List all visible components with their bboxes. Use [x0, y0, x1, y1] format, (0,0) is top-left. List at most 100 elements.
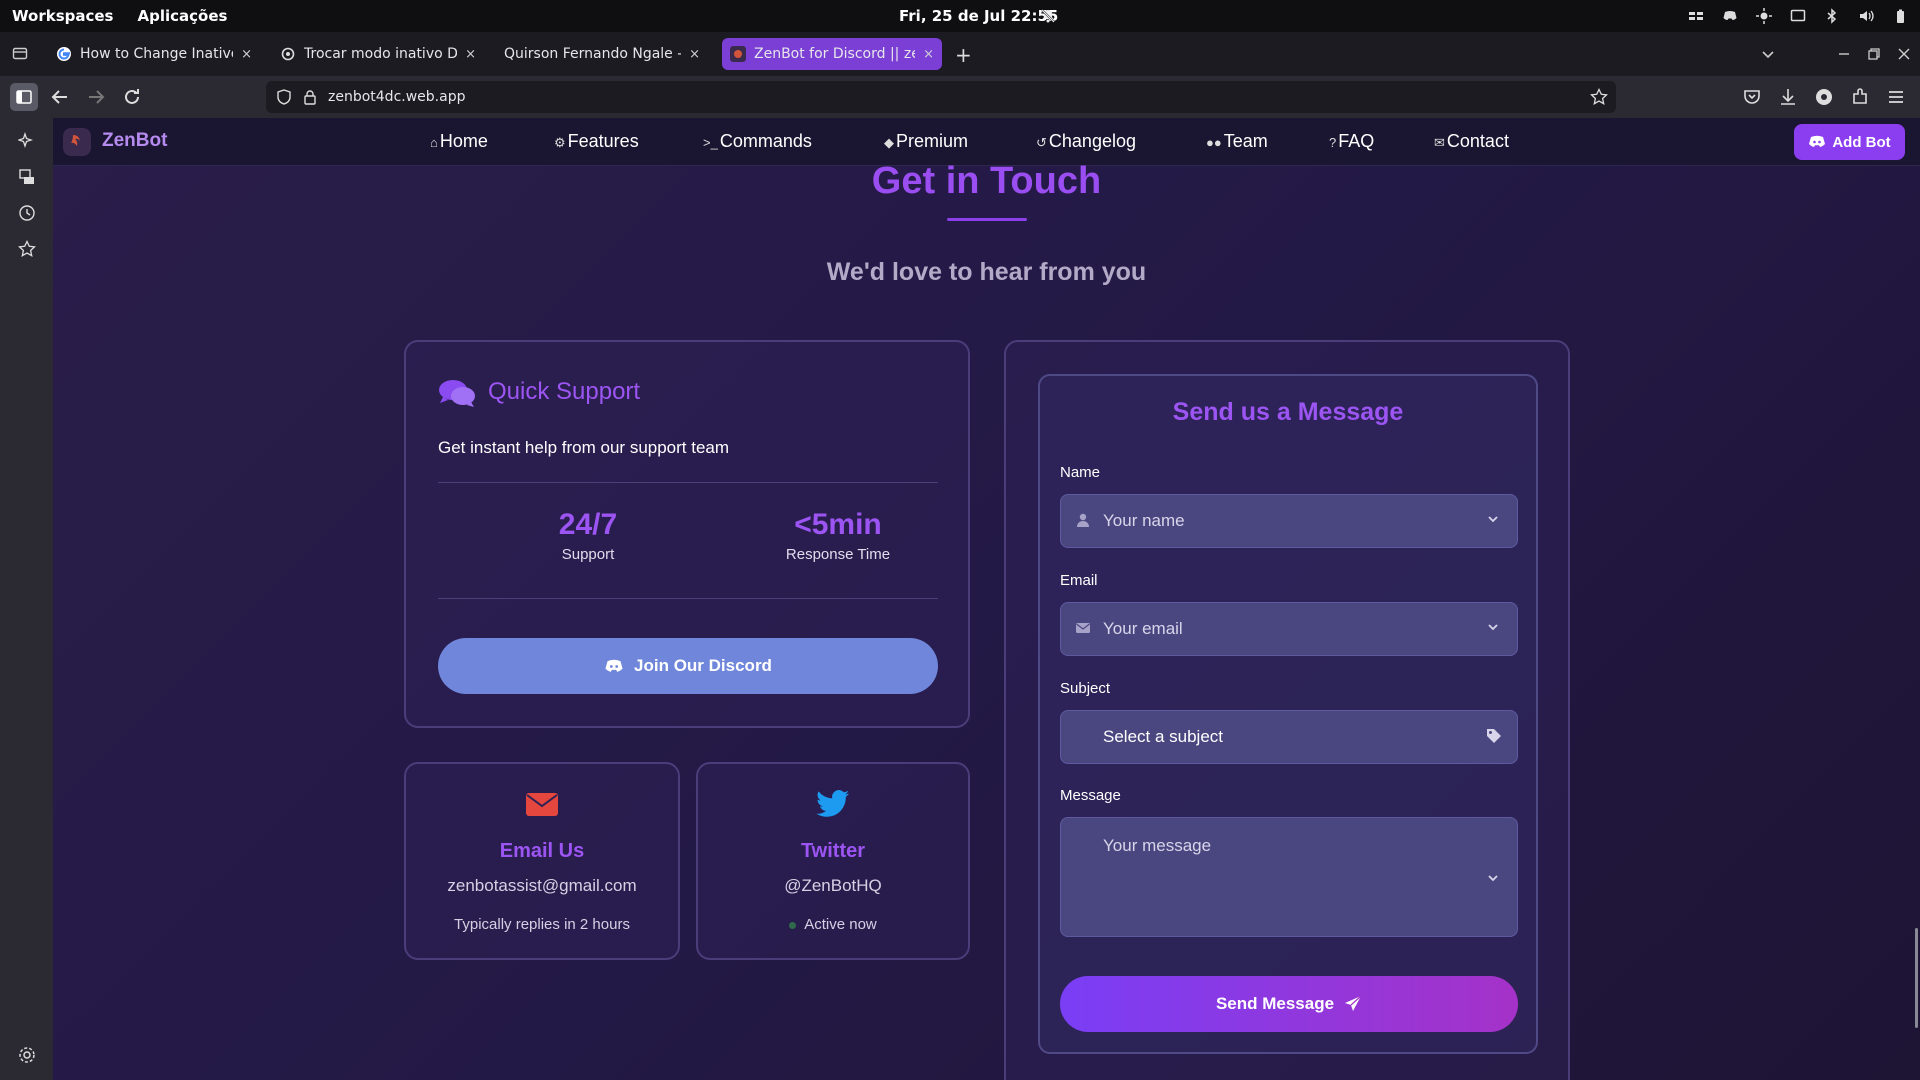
url-text: zenbot4dc.web.app	[328, 89, 466, 105]
nav-label: FAQ	[1338, 131, 1375, 151]
message-textarea[interactable]: Your message	[1060, 817, 1518, 937]
status-dot-icon	[789, 921, 797, 929]
nav-premium[interactable]: ◆ Premium	[884, 131, 968, 152]
history-icon: ↺	[1036, 135, 1047, 150]
stat-value: 24/7	[558, 508, 618, 541]
brand-name[interactable]: ZenBot	[102, 130, 167, 152]
twitter-card: Twitter @ZenBotHQ Active now	[696, 762, 970, 960]
page-scrollbar[interactable]	[1915, 928, 1918, 1028]
subject-selected-value: Select a subject	[1103, 727, 1224, 746]
stat-support: 24/7 Support	[488, 508, 688, 563]
account-icon[interactable]	[1812, 85, 1836, 109]
nav-label: Commands	[719, 131, 812, 151]
name-label: Name	[1060, 464, 1101, 481]
pocket-icon[interactable]	[1740, 85, 1764, 109]
close-tab-icon[interactable]: ×	[923, 47, 934, 62]
tab-zenbot-active[interactable]: ZenBot for Discord || zenbo ×	[722, 38, 942, 70]
email-placeholder: Your email	[1103, 619, 1183, 638]
menu-hamburger-icon[interactable]	[1884, 85, 1908, 109]
chevron-down-icon	[1488, 624, 1498, 631]
downloads-icon[interactable]	[1776, 85, 1800, 109]
twitter-handle[interactable]: @ZenBotHQ	[698, 876, 968, 896]
nav-label: Changelog	[1048, 131, 1136, 151]
back-button[interactable]	[48, 85, 72, 109]
sidebar-toggle-button[interactable]	[10, 83, 38, 111]
stat-label: Response Time	[785, 546, 891, 563]
forward-button[interactable]	[84, 85, 108, 109]
nav-label: Home	[439, 131, 488, 151]
google-favicon-icon	[57, 47, 71, 61]
notifications-muted-icon[interactable]	[1040, 8, 1056, 24]
name-input[interactable]: Your name	[1060, 494, 1518, 548]
bluetooth-icon[interactable]	[1824, 8, 1840, 24]
applications-button[interactable]: Aplicações	[137, 7, 227, 25]
nav-team[interactable]: ●● Team	[1206, 131, 1268, 152]
synced-tabs-icon[interactable]	[18, 168, 36, 186]
gears-icon: ⚙	[554, 135, 566, 150]
volume-icon[interactable]	[1858, 8, 1874, 24]
system-clock[interactable]: Fri, 25 de Jul 22:55	[899, 7, 1058, 25]
sidebar-icon	[16, 90, 32, 104]
minimize-window-icon[interactable]	[1838, 48, 1850, 60]
email-card-title: Email Us	[499, 840, 585, 862]
twitter-bird-icon	[816, 790, 849, 817]
shield-icon[interactable]	[276, 89, 292, 105]
tab-overview-icon[interactable]	[12, 45, 28, 61]
system-top-bar: Workspaces Aplicações Fri, 25 de Jul 22:…	[0, 0, 1920, 32]
settings-gear-icon[interactable]	[18, 1046, 36, 1064]
ai-sparkle-icon[interactable]	[18, 132, 36, 150]
zenbot-logo-icon[interactable]	[63, 128, 91, 156]
nav-label: Premium	[896, 131, 969, 151]
question-icon: ?	[1329, 135, 1337, 150]
workspaces-button[interactable]: Workspaces	[12, 7, 113, 25]
tab-title: Trocar modo inativo Discor	[304, 46, 458, 62]
restore-window-icon[interactable]	[1868, 48, 1880, 60]
add-bot-button[interactable]: Add Bot	[1794, 124, 1905, 160]
nav-faq[interactable]: ? FAQ	[1329, 131, 1374, 152]
close-tab-icon[interactable]: ×	[689, 47, 700, 62]
stat-value: <5min	[794, 508, 882, 541]
history-icon[interactable]	[18, 204, 36, 222]
list-all-tabs-icon[interactable]	[1761, 47, 1775, 61]
nav-contact[interactable]: ✉ Contact	[1434, 131, 1509, 152]
close-tab-icon[interactable]: ×	[241, 47, 252, 62]
subject-select[interactable]: Select a subject	[1060, 710, 1518, 764]
address-bar[interactable]: zenbot4dc.web.app	[266, 81, 1616, 113]
tab-title: ZenBot for Discord || zenbo	[754, 46, 915, 62]
form-title: Send us a Message	[1172, 398, 1404, 426]
tab-quirson-profile[interactable]: Quirson Fernando Ngale - Dese ×	[496, 38, 708, 70]
close-tab-icon[interactable]: ×	[465, 47, 476, 62]
nav-commands[interactable]: >_ Commands	[703, 131, 812, 152]
tab-discord-inactive-mode[interactable]: Trocar modo inativo Discor ×	[272, 38, 484, 70]
brightness-icon[interactable]	[1756, 8, 1772, 24]
nav-features[interactable]: ⚙ Features	[554, 131, 639, 152]
reload-button[interactable]	[120, 85, 144, 109]
message-label: Message	[1060, 787, 1121, 804]
new-tab-button[interactable]: +	[955, 43, 972, 67]
close-window-icon[interactable]	[1898, 48, 1910, 60]
nav-changelog[interactable]: ↺ Changelog	[1036, 131, 1136, 152]
bookmarks-star-icon[interactable]	[18, 240, 36, 258]
section-heading: Get in Touch	[871, 160, 1102, 202]
battery-icon[interactable]	[1892, 8, 1908, 24]
grid-indicator-icon[interactable]	[1688, 8, 1704, 24]
browser-toolbar: zenbot4dc.web.app	[0, 76, 1920, 118]
display-icon[interactable]	[1790, 8, 1806, 24]
contact-form-card: Send us a Message Name Your name Email Y…	[1004, 340, 1570, 1080]
send-message-button[interactable]: Send Message	[1060, 976, 1518, 1032]
tab-google-inactive-mode[interactable]: How to Change Inative Mod ×	[48, 38, 260, 70]
terminal-icon: >_	[703, 135, 718, 150]
twitter-status-text: Active now	[804, 916, 877, 933]
discord-tray-icon[interactable]	[1722, 8, 1738, 24]
lock-icon[interactable]	[302, 89, 318, 105]
nav-home[interactable]: ⌂ Home	[430, 131, 488, 152]
gem-icon: ◆	[884, 135, 894, 150]
email-input[interactable]: Your email	[1060, 602, 1518, 656]
extensions-icon[interactable]	[1848, 85, 1872, 109]
join-discord-button[interactable]: Join Our Discord	[438, 638, 938, 694]
heading-underline	[947, 218, 1027, 221]
email-address[interactable]: zenbotassist@gmail.com	[406, 876, 678, 896]
bookmark-star-icon[interactable]	[1590, 88, 1608, 106]
nav-label: Team	[1223, 131, 1268, 151]
contact-form: Send us a Message Name Your name Email Y…	[1038, 374, 1538, 1054]
